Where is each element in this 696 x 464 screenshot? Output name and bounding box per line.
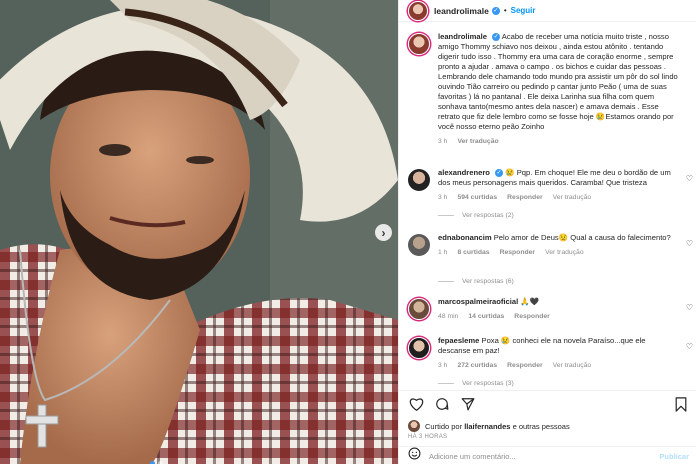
reply-button[interactable]: Responder xyxy=(514,312,550,322)
comment-body: alexandrenero ✓ 😢 Pqp. Em choque! Ele me… xyxy=(438,168,693,203)
post-timestamp: HÁ 3 HORAS xyxy=(408,434,448,440)
comment-meta: 48 min 14 curtidas Responder xyxy=(438,312,679,322)
caption-time: 3 h xyxy=(438,138,448,145)
comment-item: alexandrenero ✓ 😢 Pqp. Em choque! Ele me… xyxy=(408,168,693,203)
comment-item: marcospalmeiraoficial 🙏🖤 48 min 14 curti… xyxy=(408,297,693,322)
view-replies-label[interactable]: Ver respostas (3) xyxy=(462,380,514,387)
caption-username[interactable]: leandrolimale xyxy=(438,32,487,41)
comment-meta: 3 h 272 curtidas Responder Ver tradução xyxy=(438,361,679,371)
add-comment-bar: Publicar xyxy=(399,446,696,464)
comment-likes[interactable]: 272 curtidas xyxy=(457,361,497,371)
heart-icon[interactable]: ♡ xyxy=(686,303,693,313)
comment-likes[interactable]: 14 curtidas xyxy=(468,312,504,322)
verified-icon: ✓ xyxy=(495,169,504,177)
comment-username[interactable]: fepaesleme xyxy=(438,336,479,345)
bookmark-icon[interactable] xyxy=(673,396,689,412)
comment-likes[interactable]: 8 curtidas xyxy=(457,248,489,258)
comment-time: 1 h xyxy=(438,249,448,256)
heart-icon[interactable]: ♡ xyxy=(686,342,693,352)
caption-meta: 3 h Ver tradução xyxy=(438,137,679,147)
caption: leandrolimale ✓ Acabo de receber uma not… xyxy=(408,32,693,147)
reply-button[interactable]: Responder xyxy=(500,248,536,258)
comment-likes[interactable]: 594 curtidas xyxy=(457,193,497,203)
view-replies[interactable]: Ver respostas (3) xyxy=(438,380,514,387)
action-icons xyxy=(408,396,476,412)
liked-by: Curtido por llaifernandes e outras pesso… xyxy=(408,420,570,432)
comment-time: 3 h xyxy=(438,362,448,369)
comment-meta: 3 h 594 curtidas Responder Ver tradução xyxy=(438,193,679,203)
verified-icon: ✓ xyxy=(491,6,500,15)
translate-link[interactable]: Ver tradução xyxy=(553,361,592,371)
comment-body: fepaesleme Poxa 😢 conheci ele na novela … xyxy=(438,336,693,371)
post-side-panel: leandrolimale ✓ • Seguir leandrolimale ✓… xyxy=(398,0,696,464)
comment-username[interactable]: ednabonancim xyxy=(438,233,492,242)
comment-body: marcospalmeiraoficial 🙏🖤 48 min 14 curti… xyxy=(438,297,693,322)
chevron-right-icon[interactable]: › xyxy=(375,224,392,241)
avatar[interactable] xyxy=(408,420,420,432)
liked-user[interactable]: llaifernandes xyxy=(464,422,510,431)
liked-suffix[interactable]: e outras pessoas xyxy=(513,422,570,431)
comment-text: 🙏🖤 xyxy=(520,297,540,306)
view-replies[interactable]: Ver respostas (2) xyxy=(438,212,514,219)
verified-icon: ✓ xyxy=(492,33,501,41)
avatar[interactable] xyxy=(408,169,430,191)
caption-text: Acabo de receber uma notícia muito trist… xyxy=(438,32,678,131)
comment-username[interactable]: alexandrenero xyxy=(438,168,490,177)
header-username[interactable]: leandrolimale xyxy=(434,6,489,16)
reply-button[interactable]: Responder xyxy=(507,361,543,371)
comment-input[interactable] xyxy=(429,451,660,461)
view-replies-label[interactable]: Ver respostas (6) xyxy=(462,278,514,285)
post-header: leandrolimale ✓ • Seguir xyxy=(399,0,696,22)
comment-meta: 1 h 8 curtidas Responder Ver tradução xyxy=(438,248,679,258)
follow-button[interactable]: Seguir xyxy=(511,6,536,15)
emoji-icon[interactable] xyxy=(408,447,421,464)
reply-button[interactable]: Responder xyxy=(507,193,543,203)
header-separator: • xyxy=(503,6,507,15)
share-icon[interactable] xyxy=(460,396,476,412)
translate-link[interactable]: Ver tradução xyxy=(545,248,584,258)
view-replies-label[interactable]: Ver respostas (2) xyxy=(462,212,514,219)
post-actions: Curtido por llaifernandes e outras pesso… xyxy=(399,390,696,464)
heart-icon[interactable]: ♡ xyxy=(686,174,693,184)
divider xyxy=(438,383,454,384)
comment-time: 3 h xyxy=(438,194,448,201)
comment-body: ednabonancim Pelo amor de Deus😟 Qual a c… xyxy=(438,233,693,258)
avatar[interactable] xyxy=(408,33,430,55)
portrait-image xyxy=(0,0,398,464)
liked-prefix: Curtido por xyxy=(425,421,463,431)
comments-list[interactable]: leandrolimale ✓ Acabo de receber uma not… xyxy=(399,26,696,390)
heart-icon[interactable] xyxy=(408,396,424,412)
divider xyxy=(438,215,454,216)
divider xyxy=(438,281,454,282)
comment-time: 48 min xyxy=(438,313,459,320)
avatar[interactable] xyxy=(408,234,430,256)
heart-icon[interactable]: ♡ xyxy=(686,239,693,249)
post-photo: › xyxy=(0,0,398,464)
comment-item: ednabonancim Pelo amor de Deus😟 Qual a c… xyxy=(408,233,693,258)
translate-link[interactable]: Ver tradução xyxy=(457,137,498,147)
comment-text: Pelo amor de Deus😟 Qual a causa do falec… xyxy=(493,233,671,242)
comment-item: fepaesleme Poxa 😢 conheci ele na novela … xyxy=(408,336,693,371)
comment-username[interactable]: marcospalmeiraoficial xyxy=(438,297,518,306)
comment-icon[interactable] xyxy=(434,396,450,412)
publish-button[interactable]: Publicar xyxy=(659,452,689,461)
caption-body: leandrolimale ✓ Acabo de receber uma not… xyxy=(438,32,693,147)
avatar[interactable] xyxy=(408,337,430,359)
translate-link[interactable]: Ver tradução xyxy=(553,193,592,203)
avatar[interactable] xyxy=(408,298,430,320)
view-replies[interactable]: Ver respostas (6) xyxy=(438,278,514,285)
avatar[interactable] xyxy=(408,0,428,21)
